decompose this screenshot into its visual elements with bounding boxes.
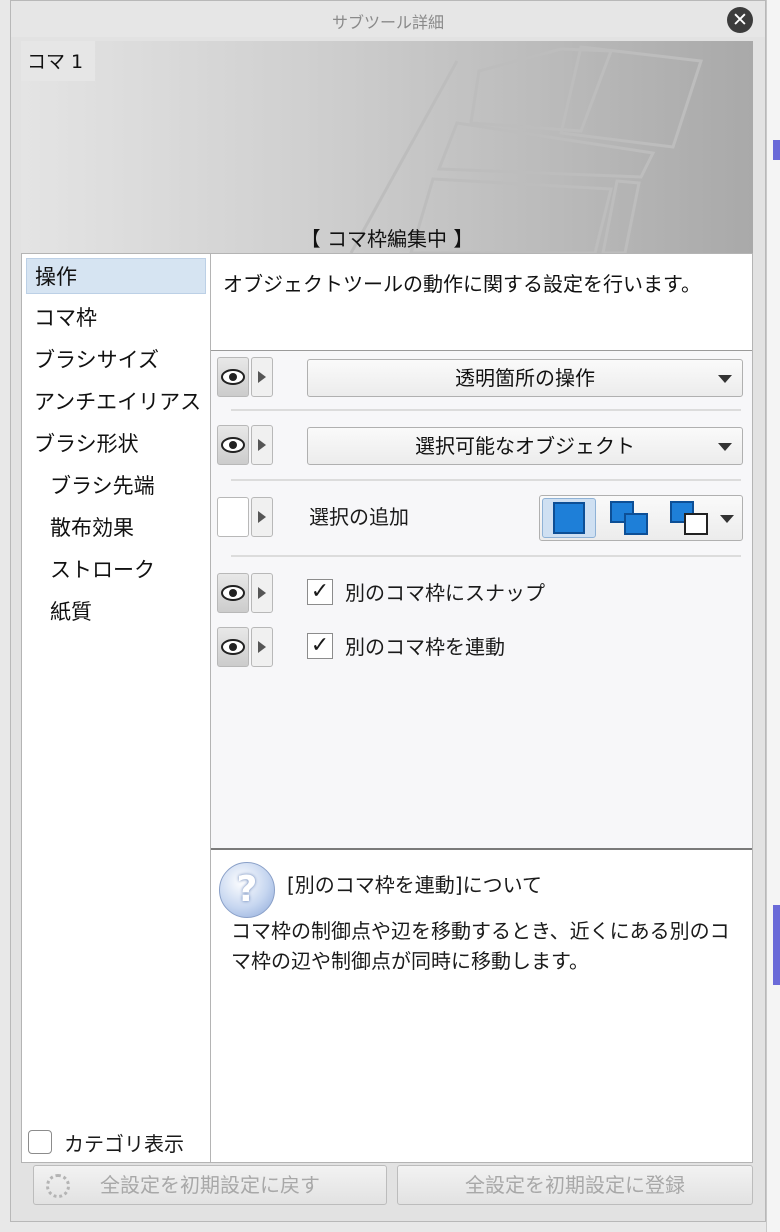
reset-all-button[interactable]: 全設定を初期設定に戻す xyxy=(33,1165,387,1205)
background-accent xyxy=(773,140,780,160)
reset-all-label: 全設定を初期設定に戻す xyxy=(100,1173,320,1197)
divider xyxy=(231,479,741,481)
category-display-label: カテゴリ表示 xyxy=(64,1131,184,1156)
eye-icon[interactable] xyxy=(217,425,249,465)
triangle-right-icon[interactable] xyxy=(251,357,273,397)
divider xyxy=(231,555,741,557)
category-description: オブジェクトツールの動作に関する設定を行います。 xyxy=(223,272,701,296)
title-bar[interactable]: サブツール詳細 ✕ xyxy=(11,1,765,37)
selectable-objects-value: 選択可能なオブジェクト xyxy=(415,434,635,458)
eye-icon-hidden[interactable] xyxy=(217,497,249,537)
transparent-op-dropdown[interactable]: 透明箇所の操作 xyxy=(307,359,743,397)
single-select-graphic xyxy=(553,502,585,534)
toggle-select-graphic xyxy=(670,501,708,535)
chevron-down-icon xyxy=(718,443,732,451)
link-label: 別のコマ枠を連動 xyxy=(345,635,505,659)
setting-row-link: ✓ 別のコマ枠を連動 xyxy=(211,625,752,669)
triangle-right-icon[interactable] xyxy=(251,627,273,667)
category-sidebar: 操作 コマ枠 ブラシサイズ アンチエイリアス ブラシ形状 ブラシ先端 散布効果 … xyxy=(21,253,211,1163)
background-strip xyxy=(766,0,780,1232)
question-icon: ? xyxy=(219,862,275,918)
add-select-graphic xyxy=(610,501,648,535)
register-all-label: 全設定を初期設定に登録 xyxy=(465,1173,685,1197)
toggle-selection-icon[interactable] xyxy=(662,498,716,538)
eye-icon-graphic xyxy=(221,639,245,655)
eye-icon[interactable] xyxy=(217,573,249,613)
edit-status: 【 コマ枠編集中 】 xyxy=(300,227,474,251)
setting-row-snap: ✓ 別のコマ枠にスナップ xyxy=(211,571,752,615)
chevron-down-icon xyxy=(718,375,732,383)
snap-label: 別のコマ枠にスナップ xyxy=(345,581,545,605)
sidebar-item-brush-tip[interactable]: ブラシ先端 xyxy=(26,468,206,504)
close-button[interactable]: ✕ xyxy=(727,7,753,33)
help-body: コマ枠の制御点や辺を移動するとき、近くにある別のコマ枠の辺や制御点が同時に移動し… xyxy=(231,919,730,973)
expand-arrow xyxy=(258,439,266,451)
window-title: サブツール詳細 xyxy=(331,13,444,32)
sidebar-item-panel-frame[interactable]: コマ枠 xyxy=(26,300,206,336)
eye-icon[interactable] xyxy=(217,627,249,667)
register-all-button[interactable]: 全設定を初期設定に登録 xyxy=(397,1165,753,1205)
category-display-checkbox[interactable] xyxy=(28,1130,52,1154)
preview-area: コマ 1 【 コマ枠編集中 】 xyxy=(21,41,753,253)
eye-icon-graphic xyxy=(221,585,245,601)
eye-icon-graphic xyxy=(221,437,245,453)
settings-panel: オブジェクトツールの動作に関する設定を行います。 透明箇所の操作 選択可能なオブ… xyxy=(211,253,753,1163)
help-title: [別のコマ枠を連動]について xyxy=(287,873,543,897)
settings-list: 透明箇所の操作 選択可能なオブジェクト 選択の追加 ✓ 別のコマ枠にスナップ ✓… xyxy=(211,350,752,850)
sidebar-item-brush-shape[interactable]: ブラシ形状 xyxy=(26,426,206,462)
add-selection-mode-group xyxy=(539,495,743,541)
add-selection-icon[interactable] xyxy=(602,498,656,538)
expand-arrow xyxy=(258,511,266,523)
selectable-objects-dropdown[interactable]: 選択可能なオブジェクト xyxy=(307,427,743,465)
setting-row-transparent: 透明箇所の操作 xyxy=(211,355,752,399)
eye-icon-graphic xyxy=(221,369,245,385)
sidebar-item-stroke[interactable]: ストローク xyxy=(26,552,206,588)
panel-label: コマ 1 xyxy=(21,41,96,81)
category-display-toggle[interactable]: カテゴリ表示 xyxy=(28,1126,184,1158)
sidebar-item-paper-texture[interactable]: 紙質 xyxy=(26,594,206,630)
triangle-right-icon[interactable] xyxy=(251,573,273,613)
square-icon[interactable] xyxy=(542,498,596,538)
subtool-detail-window: サブツール詳細 ✕ コマ 1 【 コマ枠編集中 】 操作 コマ枠 ブラシサイズ … xyxy=(10,0,766,1222)
chevron-down-icon[interactable] xyxy=(720,515,734,523)
sidebar-item-antialiasing[interactable]: アンチエイリアス xyxy=(26,384,206,420)
panel-shape xyxy=(436,121,656,179)
snap-checkbox[interactable]: ✓ xyxy=(307,579,333,605)
expand-arrow xyxy=(258,641,266,653)
divider xyxy=(231,409,741,411)
sidebar-item-spray-effect[interactable]: 散布効果 xyxy=(26,510,206,546)
setting-row-selectable: 選択可能なオブジェクト xyxy=(211,423,752,467)
expand-arrow xyxy=(258,587,266,599)
panel-frame-illustration xyxy=(349,45,703,253)
expand-arrow xyxy=(258,371,266,383)
link-checkbox[interactable]: ✓ xyxy=(307,633,333,659)
background-accent xyxy=(773,905,780,985)
help-panel: ? [別のコマ枠を連動]について コマ枠の制御点や辺を移動するとき、近くにある別… xyxy=(211,852,752,1162)
eye-icon[interactable] xyxy=(217,357,249,397)
reset-icon xyxy=(46,1174,70,1198)
transparent-op-value: 透明箇所の操作 xyxy=(455,366,595,390)
triangle-right-icon[interactable] xyxy=(251,497,273,537)
add-selection-label: 選択の追加 xyxy=(309,505,409,529)
sidebar-item-operation[interactable]: 操作 xyxy=(26,258,206,294)
triangle-right-icon[interactable] xyxy=(251,425,273,465)
sidebar-item-brush-size[interactable]: ブラシサイズ xyxy=(26,342,206,378)
setting-row-add-selection: 選択の追加 xyxy=(211,495,752,541)
panel-shape xyxy=(469,47,614,133)
